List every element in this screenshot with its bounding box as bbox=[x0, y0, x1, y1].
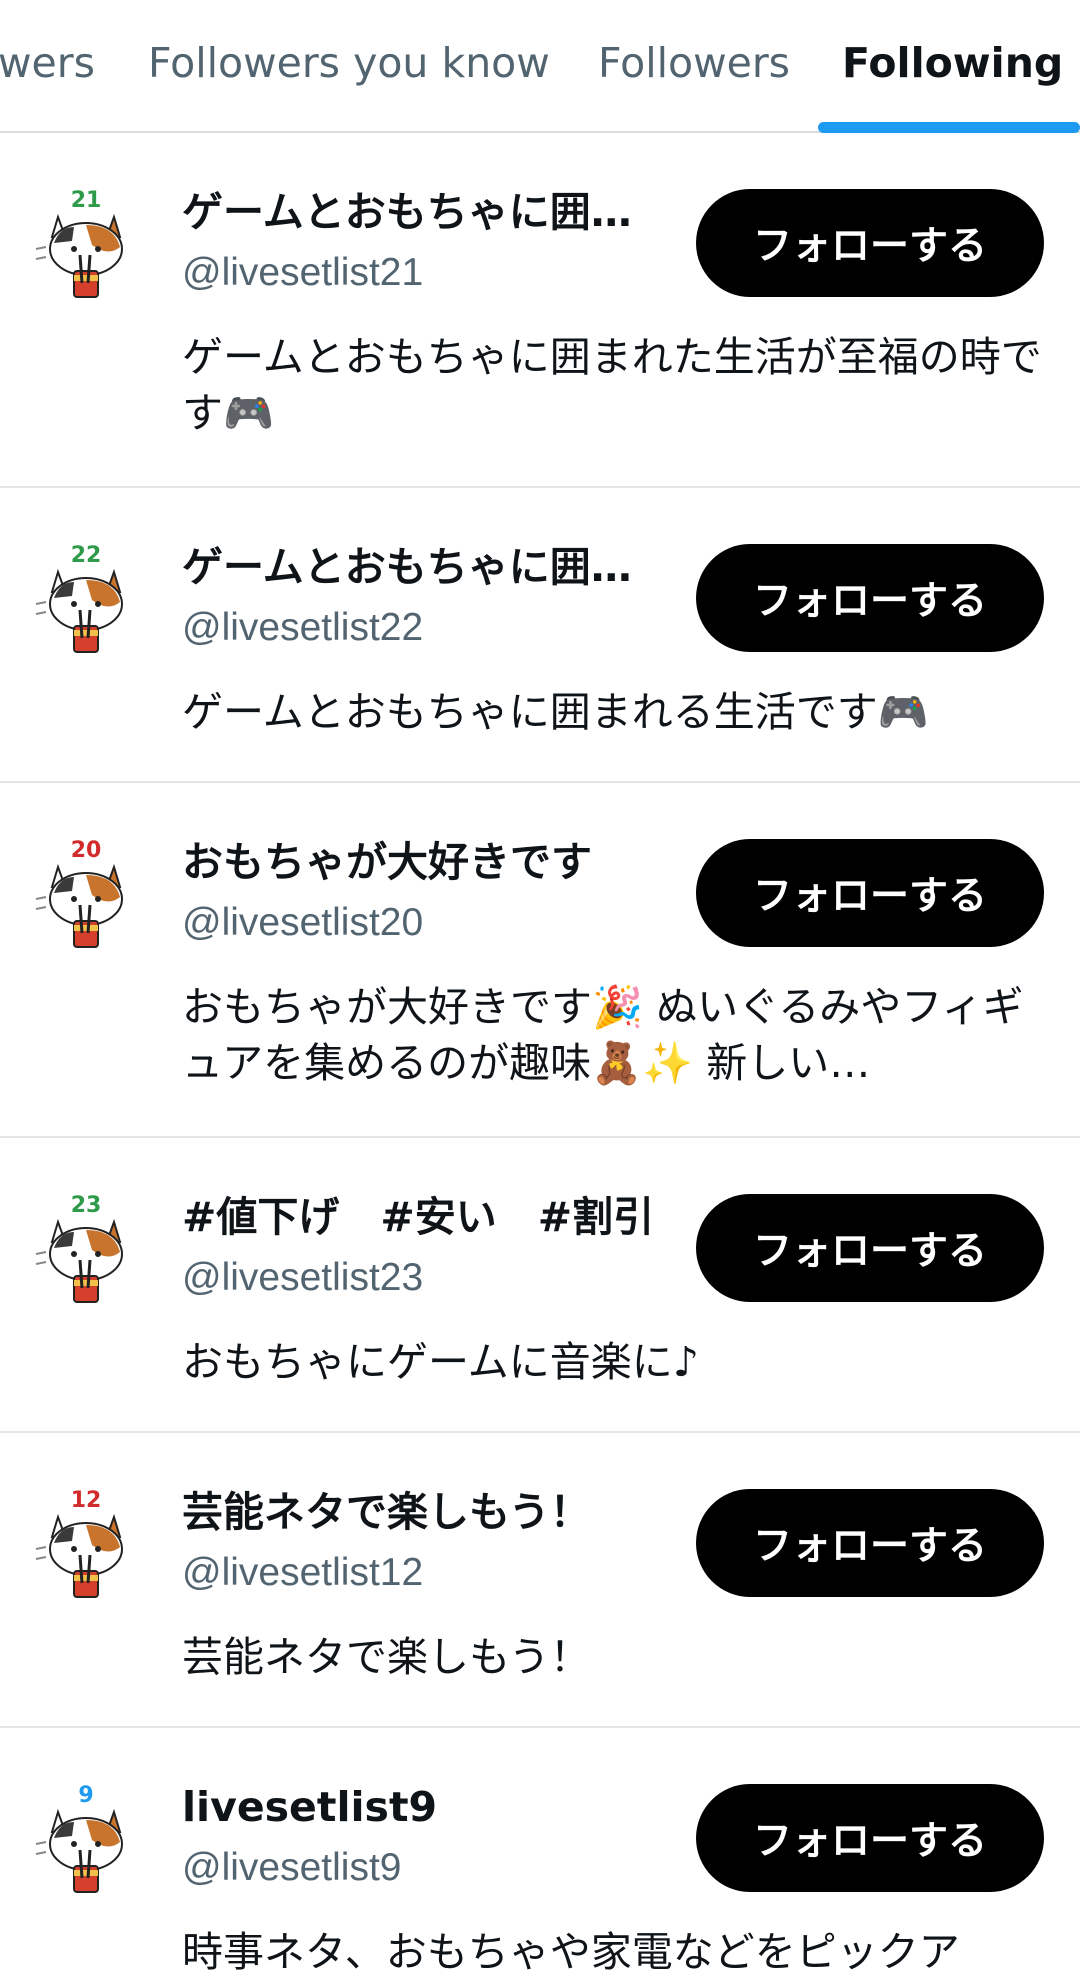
user-row[interactable]: 22 ゲームとおもちゃに囲まれる生活です @livesetlist22 フォロー… bbox=[0, 488, 1080, 783]
user-row[interactable]: 12 芸能ネタで楽しもう！ @livesetlist12 フォローする 芸能ネタ… bbox=[0, 1433, 1080, 1728]
avatar-badge: 21 bbox=[71, 188, 102, 213]
follow-button[interactable]: フォローする bbox=[696, 1194, 1044, 1302]
follow-button[interactable]: フォローする bbox=[696, 1489, 1044, 1597]
cat-avatar[interactable]: 20 bbox=[28, 837, 144, 953]
follow-button[interactable]: フォローする bbox=[696, 839, 1044, 947]
follow-button[interactable]: フォローする bbox=[696, 1784, 1044, 1892]
user-row[interactable]: 20 おもちゃが大好きです @livesetlist20 フォローする おもちゃ… bbox=[0, 783, 1080, 1138]
user-handle[interactable]: @livesetlist9 bbox=[182, 1844, 402, 1892]
user-bio: 芸能ネタで楽しもう！ bbox=[182, 1633, 591, 1681]
cat-avatar[interactable]: 22 bbox=[28, 542, 144, 658]
user-bio: ゲームとおもちゃに囲まれた生活が至福の時です🎮 bbox=[182, 333, 1042, 437]
user-display-name[interactable]: ゲームとおもちゃに囲まれる生活です bbox=[182, 542, 672, 592]
cat-avatar[interactable]: 23 bbox=[28, 1192, 144, 1308]
user-display-name[interactable]: ゲームとおもちゃに囲まれた生活が至福の時です bbox=[182, 187, 672, 237]
avatar-badge: 12 bbox=[71, 1488, 102, 1513]
cat-avatar[interactable]: 12 bbox=[28, 1487, 144, 1603]
user-bio: ゲームとおもちゃに囲まれる生活です🎮 bbox=[182, 688, 929, 736]
avatar-badge: 22 bbox=[71, 543, 102, 568]
user-display-name[interactable]: 芸能ネタで楽しもう！ bbox=[182, 1487, 672, 1537]
user-handle[interactable]: @livesetlist12 bbox=[182, 1549, 423, 1597]
user-display-name[interactable]: livesetlist9 bbox=[182, 1782, 672, 1832]
user-row[interactable]: 21 ゲームとおもちゃに囲まれた生活が至福の時です @livesetlist21… bbox=[0, 133, 1080, 488]
user-bio: おもちゃにゲームに音楽に♪ bbox=[182, 1338, 699, 1386]
avatar-badge: 23 bbox=[71, 1193, 102, 1218]
user-display-name[interactable]: #値下げ #安い #割引 bbox=[182, 1192, 672, 1242]
user-handle[interactable]: @livesetlist21 bbox=[182, 249, 423, 297]
tab-followers[interactable]: Followers bbox=[598, 38, 790, 88]
user-handle[interactable]: @livesetlist20 bbox=[182, 899, 423, 947]
user-row[interactable]: 9 livesetlist9 @livesetlist9 フォローする 時事ネタ… bbox=[0, 1728, 1080, 1983]
tab-followers-you-know[interactable]: Followers you know bbox=[148, 38, 550, 88]
tab-followers-partial[interactable]: wers bbox=[0, 38, 95, 88]
cat-avatar[interactable]: 21 bbox=[28, 187, 144, 303]
cat-avatar[interactable]: 9 bbox=[28, 1782, 144, 1898]
user-bio: おもちゃが大好きです🎉 ぬいぐるみやフィギュアを集めるのが趣味🧸✨ 新しい… bbox=[182, 983, 1024, 1087]
follow-button[interactable]: フォローする bbox=[696, 544, 1044, 652]
user-row[interactable]: 23 #値下げ #安い #割引 @livesetlist23 フォローする おも… bbox=[0, 1138, 1080, 1433]
profile-tabs: wers Followers you know Followers Follow… bbox=[0, 0, 1080, 133]
user-handle[interactable]: @livesetlist23 bbox=[182, 1254, 423, 1302]
follow-button[interactable]: フォローする bbox=[696, 189, 1044, 297]
user-display-name[interactable]: おもちゃが大好きです bbox=[182, 837, 672, 887]
user-bio: 時事ネタ、おもちゃや家電などをピックア bbox=[182, 1928, 960, 1976]
active-tab-indicator bbox=[818, 122, 1080, 133]
avatar-badge: 9 bbox=[78, 1783, 93, 1808]
tab-following[interactable]: Following bbox=[842, 38, 1063, 88]
user-handle[interactable]: @livesetlist22 bbox=[182, 604, 423, 652]
avatar-badge: 20 bbox=[71, 838, 102, 863]
